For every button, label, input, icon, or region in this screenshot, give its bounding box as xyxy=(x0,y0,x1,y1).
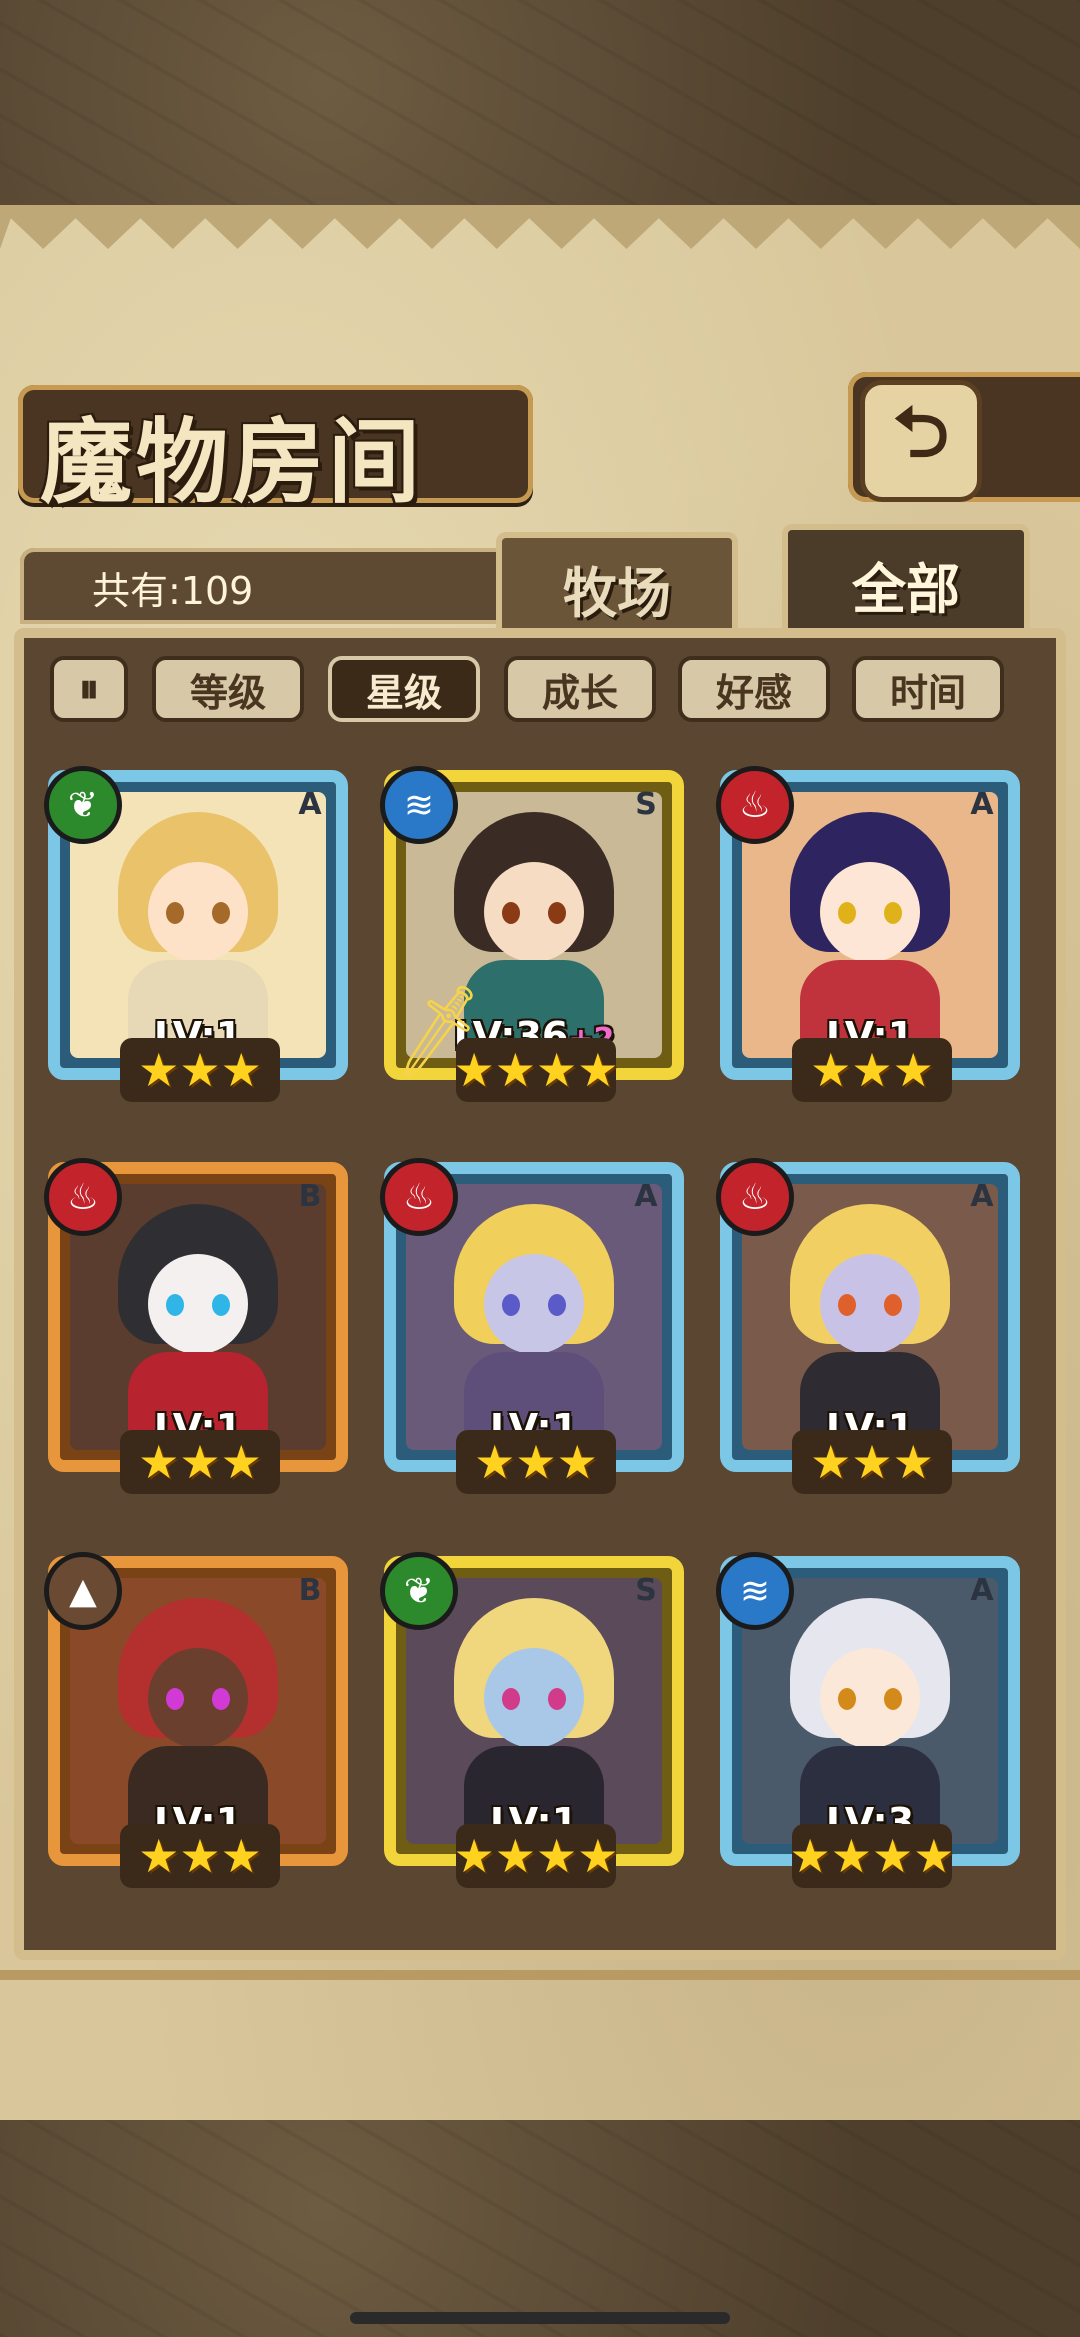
filter-level[interactable]: 等级 xyxy=(152,656,304,722)
map-background-top xyxy=(0,0,1080,210)
star-rating: ★★★★ xyxy=(454,1824,618,1888)
portrait-eye xyxy=(838,1688,856,1710)
portrait-eye xyxy=(212,902,230,924)
leaf-icon: ❦ xyxy=(44,766,122,844)
back-button[interactable]: ⮌ xyxy=(860,380,982,502)
monster-card[interactable]: LV:3 A ≋ ★★★★ xyxy=(716,1552,1020,1896)
monster-card[interactable]: LV:1 A ♨ ★★★ xyxy=(716,1158,1020,1502)
portrait-eye xyxy=(548,1688,566,1710)
star-rating: ★★★ xyxy=(792,1430,952,1494)
portrait-eye xyxy=(548,1294,566,1316)
portrait-eye xyxy=(502,1688,520,1710)
star-rating: ★★★ xyxy=(120,1824,280,1888)
rank-badge: B xyxy=(298,1179,322,1214)
portrait-eye xyxy=(548,902,566,924)
star-rating: ★★★ xyxy=(120,1430,280,1494)
return-arrow-icon: ⮌ xyxy=(892,390,950,473)
monster-card[interactable]: LV:1 S ❦ ★★★★ xyxy=(380,1552,684,1896)
star-rating: ★★★ xyxy=(120,1038,280,1102)
monster-card[interactable]: LV:1 A ❦ ★★★ xyxy=(44,766,348,1110)
portrait-eye xyxy=(212,1294,230,1316)
portrait-face xyxy=(820,1254,920,1354)
leaf-icon: ❦ xyxy=(380,1552,458,1630)
monster-card[interactable]: LV:1 A ♨ ★★★ xyxy=(380,1158,684,1502)
portrait-eye xyxy=(884,902,902,924)
portrait-eye xyxy=(884,1294,902,1316)
portrait-face xyxy=(484,1648,584,1748)
mountain-icon: ▲ xyxy=(44,1552,122,1630)
portrait-face xyxy=(148,862,248,962)
flame-icon: ♨ xyxy=(716,766,794,844)
portrait-face xyxy=(148,1648,248,1748)
filter-star[interactable]: 星级 xyxy=(328,656,480,722)
rank-badge: A xyxy=(970,787,994,822)
portrait-eye xyxy=(166,902,184,924)
rank-badge: B xyxy=(298,1573,322,1608)
sort-order-icon: ⏸ xyxy=(79,666,99,712)
portrait-eye xyxy=(166,1294,184,1316)
portrait-face xyxy=(484,862,584,962)
portrait-eye xyxy=(884,1688,902,1710)
portrait-eye xyxy=(838,902,856,924)
rank-badge: A xyxy=(970,1179,994,1214)
map-background-bottom xyxy=(0,2120,1080,2337)
rank-badge: S xyxy=(635,1573,657,1608)
portrait-eye xyxy=(502,1294,520,1316)
tab-all[interactable]: 全部 xyxy=(782,524,1030,638)
monster-card[interactable]: LV:1 A ♨ ★★★ xyxy=(716,766,1020,1110)
star-rating: ★★★ xyxy=(456,1430,616,1494)
portrait-eye xyxy=(502,902,520,924)
monster-card[interactable]: LV:1 B ♨ ★★★ xyxy=(44,1158,348,1502)
page-title: 魔物房间 xyxy=(40,409,425,516)
rank-badge: A xyxy=(970,1573,994,1608)
portrait-eye xyxy=(166,1688,184,1710)
flame-icon: ♨ xyxy=(716,1158,794,1236)
home-indicator xyxy=(350,2312,730,2324)
tab-pasture[interactable]: 牧场 xyxy=(496,532,738,638)
rank-badge: S xyxy=(635,787,657,822)
filter-time[interactable]: 时间 xyxy=(852,656,1004,722)
star-rating: ★★★ xyxy=(792,1038,952,1102)
rank-badge: A xyxy=(634,1179,658,1214)
divider xyxy=(0,1970,1080,1980)
portrait-face xyxy=(820,862,920,962)
portrait-face xyxy=(148,1254,248,1354)
portrait-face xyxy=(820,1648,920,1748)
flame-icon: ♨ xyxy=(380,1158,458,1236)
sort-order-button[interactable]: ⏸ xyxy=(50,656,128,722)
monster-card[interactable]: LV:1 B ▲ ★★★ xyxy=(44,1552,348,1896)
rank-badge: A xyxy=(298,787,322,822)
water-wave-icon: ≋ xyxy=(380,766,458,844)
water-wave-icon: ≋ xyxy=(716,1552,794,1630)
portrait-eye xyxy=(838,1294,856,1316)
filter-affection[interactable]: 好感 xyxy=(678,656,830,722)
portrait-eye xyxy=(212,1688,230,1710)
filter-growth[interactable]: 成长 xyxy=(504,656,656,722)
star-rating: ★★★★ xyxy=(790,1824,954,1888)
portrait-face xyxy=(484,1254,584,1354)
flame-icon: ♨ xyxy=(44,1158,122,1236)
monster-count: 共有:109 xyxy=(92,569,254,613)
